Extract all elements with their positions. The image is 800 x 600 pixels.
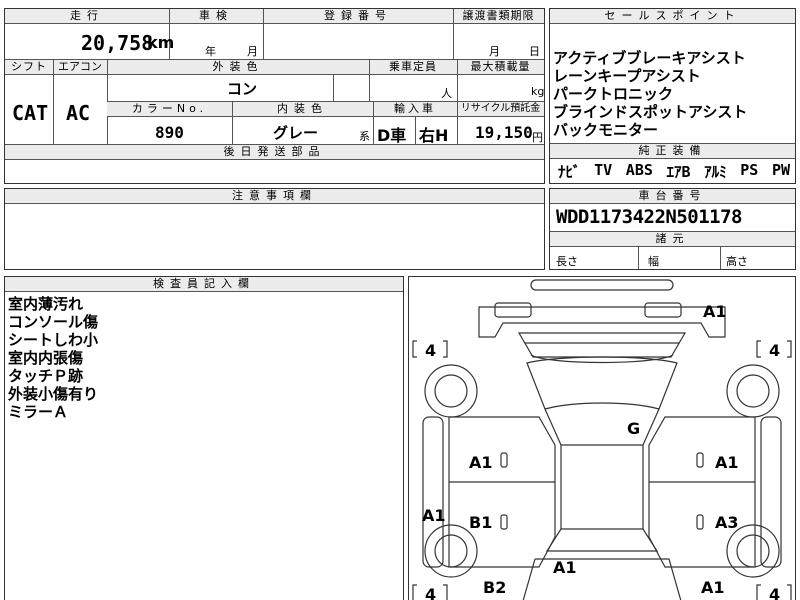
aircon-header: エアコン [53, 60, 107, 75]
mark-right-front-door: A1 [715, 453, 739, 472]
vehicle-info-table: 走行 車検 登録番号 譲渡書類期限 20,758 km 年 月 月 日 シフト … [4, 8, 545, 184]
mark-rear-right: A1 [701, 578, 725, 597]
sales-point: レーンキープアシスト [553, 67, 701, 85]
inspector-line: タッチＰ跡 [8, 367, 84, 385]
width-label: 幅 [648, 255, 659, 268]
chassis-number: WDD1173422N501178 [556, 206, 742, 228]
max-load-header: 最大積載量 [457, 60, 544, 75]
exterior-color-value: コン [227, 80, 258, 98]
sales-point: アクティブブレーキアシスト [553, 49, 746, 67]
chassis-box: 車台番号 WDD1173422N501178 諸元 長さ 幅 高さ [549, 188, 796, 270]
interior-color-value: グレー [273, 124, 319, 142]
inspection-header: 車検 [169, 9, 263, 24]
inspector-line: コンソール傷 [8, 313, 99, 331]
sales-point: ブラインドスポットアシスト [553, 103, 748, 121]
recycle-value: 19,150 [475, 123, 533, 142]
import-side-value: 右H [419, 126, 449, 145]
notes-header: 注意事項欄 [5, 189, 544, 204]
sales-point: パークトロニック [553, 85, 674, 103]
mileage-value: 20,758 [81, 31, 154, 55]
color-no-value: 890 [155, 123, 184, 142]
mark-windshield: G [627, 419, 640, 438]
mark-left-side: A1 [422, 506, 446, 525]
equipment-item: ABS [625, 161, 653, 179]
mark-tire-left-top: 4 [425, 341, 436, 360]
sales-points-header: セールスポイント [550, 9, 795, 24]
capacity-header: 乗車定員 [369, 60, 457, 75]
equipment-item: ｴｱB [666, 163, 691, 181]
capacity-unit: 人 [441, 87, 452, 100]
mark-rear-left: B2 [483, 578, 506, 597]
transfer-deadline-header: 譲渡書類期限 [453, 9, 544, 24]
load-unit: kg [531, 85, 545, 98]
mark-right-rear-door: A3 [715, 513, 739, 532]
import-header: 輸入車 [373, 102, 457, 117]
car-diagram: A1 4 4 G A1 A1 A1 B1 A3 A1 B2 A1 4 4 [412, 279, 792, 600]
mark-rear-center: A1 [553, 558, 577, 577]
equipment-list: ﾅﾋﾞ TV ABS ｴｱB ｱﾙﾐ PS PW [558, 161, 790, 182]
length-label: 長さ [556, 255, 578, 268]
exterior-color-header: 外装色 [107, 60, 369, 75]
inspector-line: 室内薄汚れ [8, 295, 84, 313]
notes-box: 注意事項欄 [4, 188, 545, 270]
mileage-header: 走行 [5, 9, 169, 24]
interior-color-header: 内装色 [232, 102, 373, 117]
sales-points-box: セールスポイント アクティブブレーキアシスト レーンキープアシスト パークトロニ… [549, 8, 796, 184]
mileage-unit: km [147, 33, 175, 52]
mark-front-right: A1 [703, 302, 727, 321]
height-label: 高さ [726, 255, 748, 268]
sales-points-list: アクティブブレーキアシスト レーンキープアシスト パークトロニック ブラインドス… [553, 49, 747, 139]
inspector-line: 室内内張傷 [8, 349, 84, 367]
shift-header: シフト [5, 60, 53, 75]
equipment-item: ｱﾙﾐ [704, 163, 727, 181]
car-diagram-box: A1 4 4 G A1 A1 A1 B1 A3 A1 B2 A1 4 4 [408, 276, 796, 600]
registration-header: 登録番号 [263, 9, 453, 24]
interior-color-suffix: 系 [359, 130, 370, 143]
inspector-header: 検査員記入欄 [5, 277, 403, 292]
equipment-header: 純正装備 [550, 143, 795, 159]
later-parts-header: 後日発送部品 [5, 145, 544, 160]
aircon-value: AC [66, 101, 91, 125]
import-d-value: D車 [377, 126, 407, 145]
sales-point: バックモニター [553, 121, 659, 139]
chassis-header: 車台番号 [550, 189, 795, 204]
equipment-item: TV [594, 161, 613, 179]
inspector-notes: 室内薄汚れ コンソール傷 シートしわ小 室内内張傷 タッチＰ跡 外装小傷有り ミ… [8, 295, 98, 421]
mark-tire-right-bottom: 4 [769, 585, 780, 600]
equipment-item: PW [771, 161, 790, 179]
inspector-line: シートしわ小 [8, 331, 99, 349]
inspection-month-unit: 月 [247, 45, 258, 58]
shift-value: CAT [12, 101, 49, 125]
mark-tire-right-top: 4 [769, 341, 780, 360]
recycle-header: リサイクル預託金 [457, 102, 544, 117]
mark-tire-left-bottom: 4 [425, 585, 436, 600]
inspection-year-unit: 年 [205, 45, 216, 58]
color-no-header: カラーNo. [107, 102, 232, 117]
mark-left-rear-door: B1 [469, 513, 492, 532]
inspector-line: 外装小傷有り [8, 385, 99, 403]
transfer-day-unit: 日 [529, 45, 540, 58]
inspector-box: 検査員記入欄 室内薄汚れ コンソール傷 シートしわ小 室内内張傷 タッチＰ跡 外… [4, 276, 404, 600]
equipment-item: PS [740, 161, 759, 179]
recycle-unit: 円 [532, 131, 543, 144]
equipment-item: ﾅﾋﾞ [558, 163, 581, 181]
transfer-month-unit: 月 [489, 45, 500, 58]
inspector-line: ミラーＡ [8, 403, 69, 421]
dims-header: 諸元 [550, 231, 795, 247]
mark-left-front-door: A1 [469, 453, 493, 472]
